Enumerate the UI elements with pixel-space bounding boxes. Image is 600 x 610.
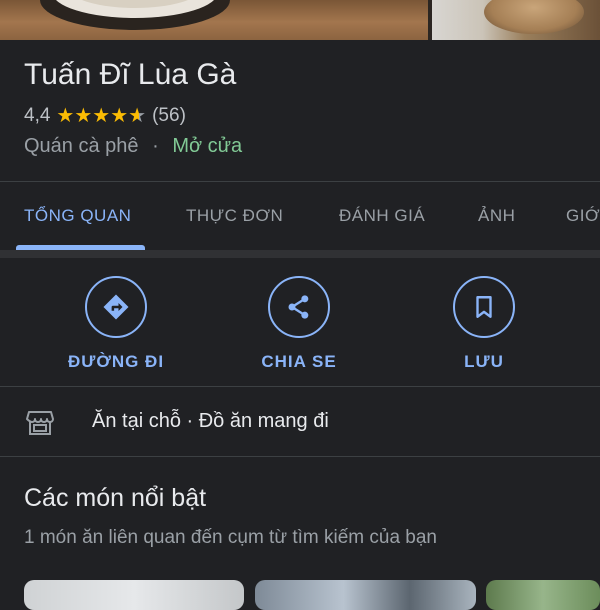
star-icon: ★ xyxy=(110,105,129,127)
featured-dishes-title: Các món nổi bật xyxy=(24,484,207,512)
tabs-divider xyxy=(0,250,600,258)
tab-reviews[interactable]: ĐÁNH GIÁ xyxy=(339,206,425,226)
share-button-circle[interactable] xyxy=(268,276,330,338)
photo-strip[interactable] xyxy=(0,0,600,40)
category-row: Quán cà phê · Mở cửa xyxy=(24,135,242,158)
dish-photo[interactable] xyxy=(24,580,244,610)
star-icon: ★ xyxy=(74,105,93,127)
star-icon: ★ xyxy=(92,105,111,127)
star-icon: ★ xyxy=(56,105,75,127)
rating-row[interactable]: 4,4 ★ ★ ★ ★ ★ (56) xyxy=(24,104,186,128)
divider xyxy=(0,456,600,457)
review-count[interactable]: (56) xyxy=(152,105,186,127)
save-button[interactable]: LƯU xyxy=(414,276,554,372)
tab-menu[interactable]: THỰC ĐƠN xyxy=(186,206,283,226)
directions-button-circle[interactable] xyxy=(85,276,147,338)
share-icon xyxy=(288,295,309,319)
dish-photo[interactable] xyxy=(255,580,476,610)
directions-icon xyxy=(103,294,129,320)
divider xyxy=(0,386,600,387)
place-photo-secondary[interactable] xyxy=(432,0,600,40)
service-options-row[interactable]: Ăn tại chỗ · Đồ ăn mang đi xyxy=(0,388,600,456)
separator-dot: · xyxy=(152,135,159,157)
directions-label: ĐƯỜNG ĐI xyxy=(67,352,165,371)
service-options-text: Ăn tại chỗ · Đồ ăn mang đi xyxy=(92,410,329,432)
star-half-icon: ★ xyxy=(128,105,147,127)
place-photo-main[interactable] xyxy=(0,0,428,40)
place-name: Tuấn Đĩ Lùa Gà xyxy=(24,58,237,91)
open-status[interactable]: Mở cửa xyxy=(172,135,242,157)
directions-button[interactable]: ĐƯỜNG ĐI xyxy=(46,276,186,372)
rating-stars: ★ ★ ★ ★ ★ xyxy=(56,106,146,126)
dish-photo[interactable] xyxy=(486,580,600,610)
storefront-icon xyxy=(26,411,54,435)
save-label: LƯU xyxy=(464,352,504,371)
tab-bar: TỔNG QUAN THỰC ĐƠN ĐÁNH GIÁ ẢNH GIỚ xyxy=(0,182,600,252)
tab-photos[interactable]: ẢNH xyxy=(478,206,515,226)
place-category: Quán cà phê xyxy=(24,135,139,157)
featured-dishes-subtitle: 1 món ăn liên quan đến cụm từ tìm kiếm c… xyxy=(24,527,437,548)
share-label: CHIA SE xyxy=(261,352,337,371)
bookmark-icon xyxy=(476,296,492,318)
save-button-circle[interactable] xyxy=(453,276,515,338)
tab-overview[interactable]: TỔNG QUAN xyxy=(24,206,131,226)
tab-about[interactable]: GIỚ xyxy=(566,206,600,226)
rating-value: 4,4 xyxy=(24,105,51,126)
share-button[interactable]: CHIA SE xyxy=(229,276,369,372)
